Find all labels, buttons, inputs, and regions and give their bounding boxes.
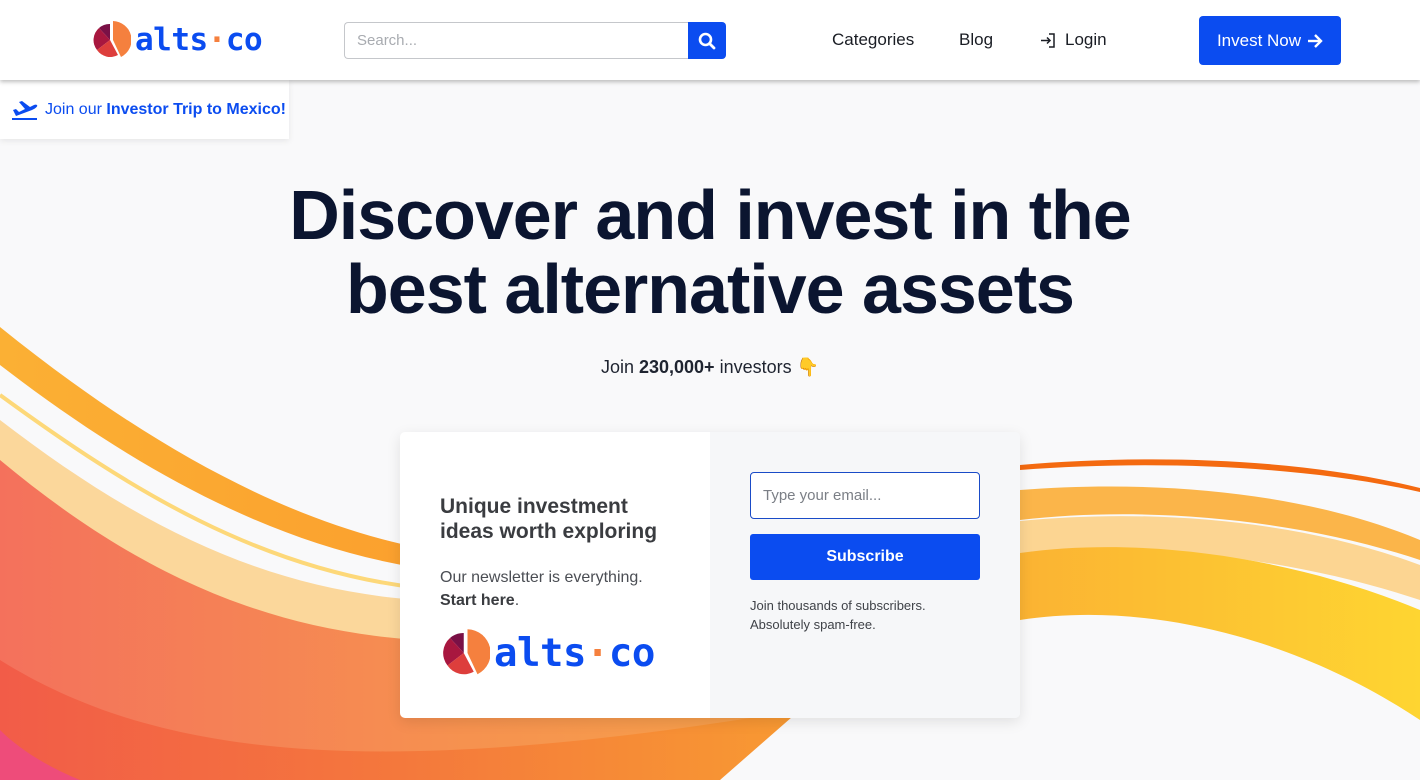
investor-trip-banner[interactable]: Join our Investor Trip to Mexico! <box>0 80 289 139</box>
search-bar <box>344 22 726 59</box>
nav-login[interactable]: Login <box>1040 30 1107 50</box>
invest-now-label: Invest Now <box>1216 30 1302 50</box>
pointing-down-icon: 👇 <box>796 357 820 377</box>
subscribe-note: Join thousands of subscribers. Absolutel… <box>750 598 926 632</box>
nav-blog[interactable]: Blog <box>959 30 993 50</box>
nav-categories[interactable]: Categories <box>832 30 914 50</box>
newsletter-title: Unique investment ideas worth exploring <box>440 495 658 543</box>
subscribe-button[interactable]: Subscribe <box>750 534 980 580</box>
airplane-takeoff-icon <box>12 100 38 120</box>
newsletter-form: Subscribe Join thousands of subscribers.… <box>710 432 1020 718</box>
promo-highlight: Investor Trip to Mexico! <box>106 100 286 118</box>
promo-text: Join our Investor Trip to Mexico! <box>45 100 286 118</box>
invest-now-button[interactable]: Invest Now <box>1199 16 1341 65</box>
search-input[interactable] <box>344 22 688 59</box>
hero-subtitle: Join 230,000+ investors 👇 <box>600 357 820 377</box>
brand-wordmark: alts·co <box>494 630 655 676</box>
newsletter-card: Unique investment ideas worth exploring … <box>400 432 1020 718</box>
pie-chart-logo-icon <box>93 21 131 58</box>
arrow-right-icon <box>1308 33 1323 48</box>
start-here-text: Start here <box>440 592 515 609</box>
pie-chart-logo-icon <box>443 629 490 675</box>
email-input[interactable] <box>750 472 980 519</box>
investor-count: 230,000+ <box>638 357 715 377</box>
brand-logo[interactable]: alts·co <box>91 20 263 60</box>
search-button[interactable] <box>688 22 726 59</box>
newsletter-logo: alts·co <box>440 628 710 678</box>
search-icon <box>698 32 716 49</box>
login-icon <box>1041 32 1055 48</box>
newsletter-info: Unique investment ideas worth exploring … <box>400 432 710 718</box>
login-label: Login <box>1065 30 1107 49</box>
top-navbar: alts·co Categories Blog Login Invest Now <box>0 0 1420 80</box>
hero-title: Discover and invest in the best alternat… <box>289 176 1131 328</box>
newsletter-description: Our newsletter is everything. Start here… <box>440 569 643 609</box>
brand-wordmark: alts·co <box>135 22 263 58</box>
